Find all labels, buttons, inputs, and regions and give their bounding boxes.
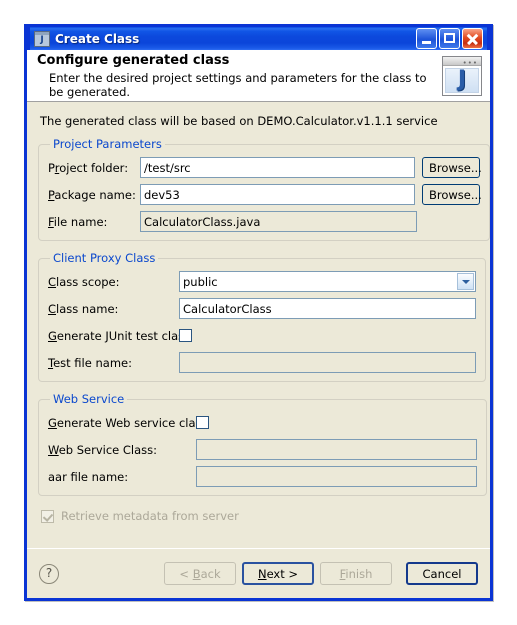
package-name-input[interactable] <box>140 184 415 205</box>
minimize-icon[interactable] <box>416 28 437 49</box>
retrieve-metadata-label: Retrieve metadata from server <box>61 509 239 523</box>
row-file-name: File name: <box>48 211 480 232</box>
create-class-dialog: J Create Class Configure generated class… <box>24 24 493 601</box>
row-web-service-class: Web Service Class: <box>48 439 477 460</box>
row-generate-web-service: Generate Web service class <box>48 412 477 433</box>
project-folder-label: Project folder: <box>48 160 129 175</box>
page-title: Configure generated class <box>37 52 230 68</box>
group-legend-web-service: Web Service <box>53 392 125 406</box>
class-name-label: Class name: <box>48 301 119 316</box>
java-class-banner-icon: ••• J <box>442 55 482 96</box>
row-test-file-name: Test file name: <box>48 352 476 373</box>
java-window-icon: J <box>34 30 50 47</box>
web-service-class-input <box>196 439 477 460</box>
next-button[interactable]: Next > <box>242 562 314 585</box>
generate-web-service-checkbox[interactable] <box>196 416 209 429</box>
finish-button: Finish <box>320 562 392 585</box>
cancel-button[interactable]: Cancel <box>406 562 478 585</box>
group-project-parameters: Project Parameters Project folder: Brows… <box>38 137 490 241</box>
row-package-name: Package name: Browse... <box>48 184 482 205</box>
retrieve-metadata-checkbox <box>41 509 54 523</box>
window-titlebar[interactable]: J Create Class <box>27 24 490 50</box>
aar-file-name-label: aar file name: <box>48 469 129 484</box>
group-web-service: Web Service Generate Web service class W… <box>38 392 487 496</box>
page-subtitle: Enter the desired project settings and p… <box>49 70 427 99</box>
test-file-name-input <box>179 352 476 373</box>
file-name-label: File name: <box>48 214 108 229</box>
group-legend-client-proxy-class: Client Proxy Class <box>53 251 156 265</box>
row-project-folder: Project folder: Browse... <box>48 157 482 178</box>
group-legend-project-parameters: Project Parameters <box>53 137 162 151</box>
banner-text-block: Configure generated class Enter the desi… <box>37 53 442 99</box>
help-icon[interactable]: ? <box>39 563 59 584</box>
package-name-browse-button[interactable]: Browse... <box>422 184 482 205</box>
row-aar-file-name: aar file name: <box>48 466 477 487</box>
row-class-scope: Class scope: public <box>48 271 476 293</box>
wizard-page-body: The generated class will be based on DEM… <box>27 102 490 548</box>
row-generate-junit: Generate JUnit test class <box>48 325 476 346</box>
generate-web-service-label: Generate Web service class <box>48 415 208 430</box>
generate-junit-label: Generate JUnit test class <box>48 328 191 343</box>
project-folder-input[interactable] <box>140 157 415 178</box>
file-name-input <box>140 211 417 232</box>
group-client-proxy-class: Client Proxy Class Class scope: public C… <box>38 251 486 382</box>
test-file-name-label: Test file name: <box>48 355 132 370</box>
web-service-class-label: Web Service Class: <box>48 442 158 457</box>
row-retrieve-metadata: Retrieve metadata from server <box>41 506 479 526</box>
class-scope-select[interactable]: public <box>179 271 476 293</box>
row-class-name: Class name: <box>48 298 476 319</box>
project-folder-browse-button[interactable]: Browse... <box>422 157 482 178</box>
intro-text: The generated class will be based on DEM… <box>40 114 438 128</box>
wizard-banner: Configure generated class Enter the desi… <box>27 50 490 102</box>
window-title: Create Class <box>55 31 140 46</box>
close-icon[interactable] <box>462 28 483 49</box>
class-scope-combo-wrap: public <box>179 271 476 293</box>
package-name-label: Package name: <box>48 187 136 202</box>
maximize-icon[interactable] <box>439 28 460 49</box>
generate-junit-checkbox[interactable] <box>179 329 192 342</box>
window-controls <box>416 28 485 49</box>
aar-file-name-input <box>196 466 477 487</box>
class-name-input[interactable] <box>179 298 476 319</box>
class-scope-label: Class scope: <box>48 274 120 289</box>
back-button: < Back <box>164 562 236 585</box>
wizard-button-bar: ? < Back Next > Finish Cancel <box>27 548 490 598</box>
